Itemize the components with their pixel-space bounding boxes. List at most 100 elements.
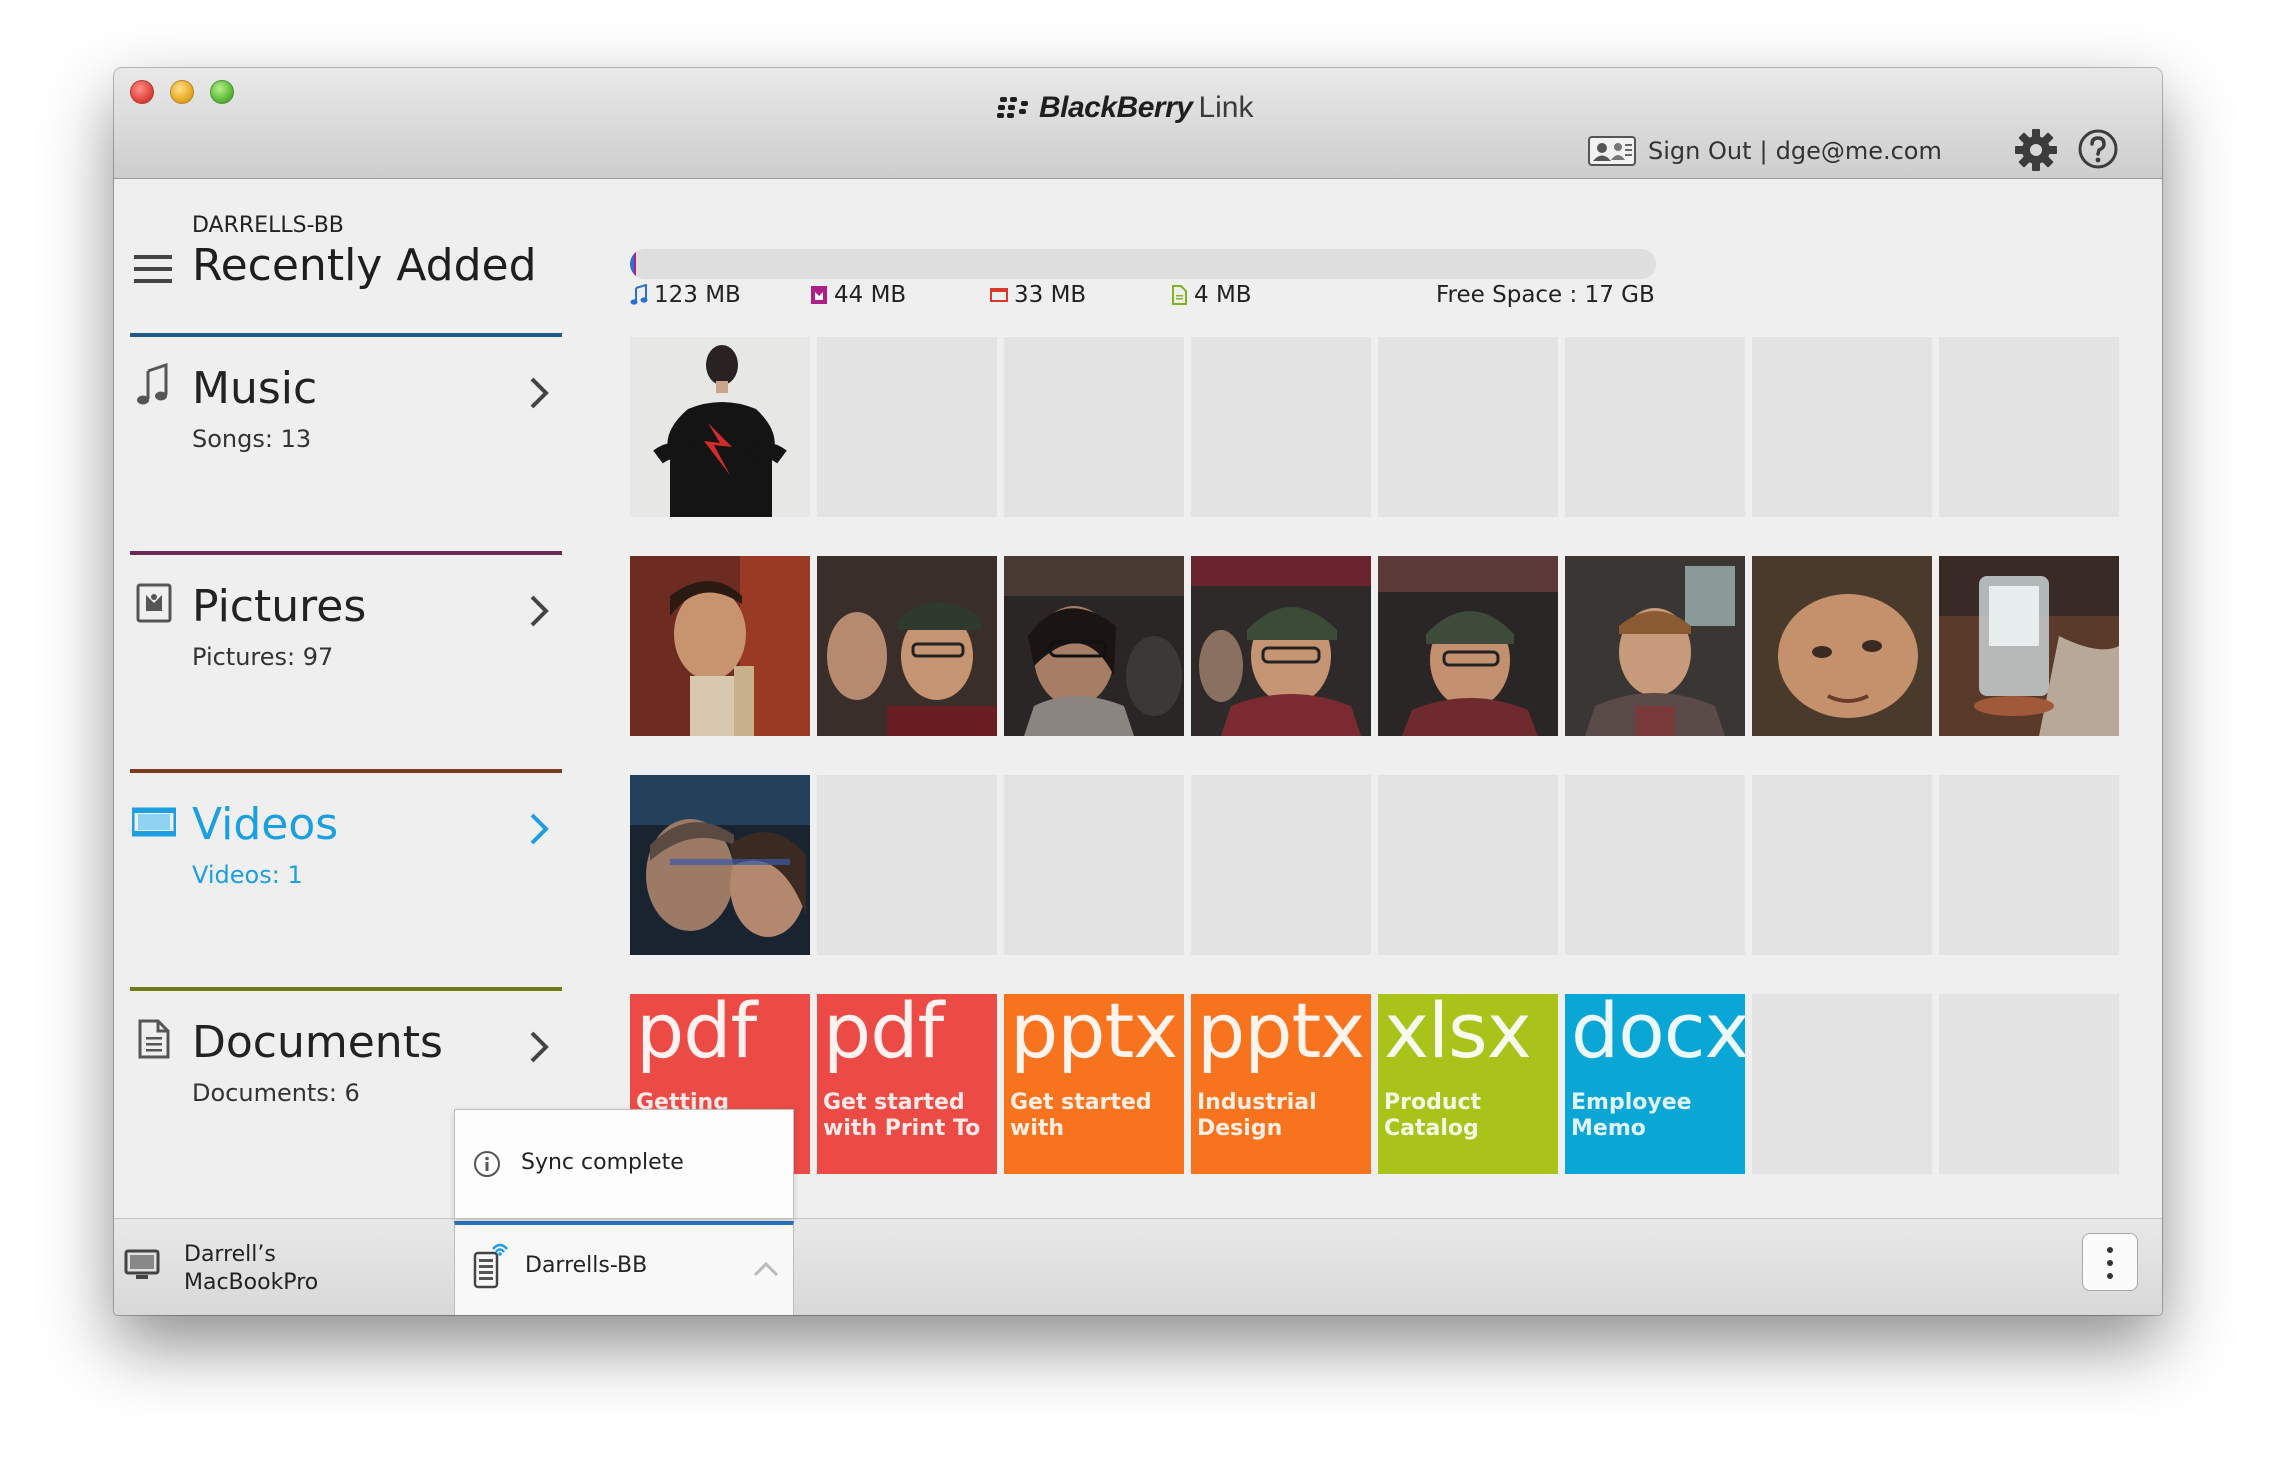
computer-name[interactable]: Darrell’s MacBookPro [184,1241,384,1297]
photo-image [1752,556,1932,736]
sign-out-link[interactable]: Sign Out [1648,137,1752,165]
empty-tile [1752,337,1932,517]
document-type: pdf [823,994,944,1075]
empty-tile [1752,994,1932,1174]
category-title: Videos [192,799,339,850]
device-bar: Darrell’s MacBookPro Darrells-BB [114,1218,2162,1315]
category-pictures[interactable]: Pictures Pictures: 97 [130,551,562,770]
minimize-window-button[interactable] [170,80,194,104]
empty-tile [1939,994,2119,1174]
more-options-button[interactable] [2082,1233,2138,1291]
empty-tile [817,775,997,955]
picture-thumbnail[interactable] [1565,556,1745,736]
picture-thumbnail[interactable] [817,556,997,736]
photo-image [630,556,810,736]
storage-documents-size: 4 MB [1194,282,1252,308]
picture-thumbnail[interactable] [1004,556,1184,736]
document-name: Get started with [1010,1090,1152,1141]
chevron-right-icon [530,813,549,845]
account-email: dge@me.com [1775,137,1942,165]
storage-music-size: 123 MB [654,282,741,308]
empty-tile [1378,775,1558,955]
photo-image [1939,556,2119,736]
chevron-right-icon [530,1031,549,1063]
picture-thumbnail[interactable] [1939,556,2119,736]
storage-videos-size: 33 MB [1014,282,1087,308]
document-icon [138,1019,170,1059]
document-name: Product Catalog [1384,1090,1482,1141]
app-logo: BlackBerry Link [997,88,1253,128]
empty-tile [1004,337,1184,517]
picture-thumbnail[interactable] [1191,556,1371,736]
info-icon [474,1151,500,1177]
document-type: xlsx [1384,994,1532,1075]
document-tile[interactable]: pptx Industrial Design [1191,994,1371,1174]
account-area: Sign Out | dge@me.com [1588,132,1942,170]
zoom-window-button[interactable] [210,80,234,104]
album-cover-image [630,337,810,517]
category-music[interactable]: Music Songs: 13 [130,333,562,552]
photo-image [1378,556,1558,736]
empty-tile [1565,337,1745,517]
photo-image [1004,556,1184,736]
close-window-button[interactable] [130,80,154,104]
music-note-icon [630,284,648,305]
video-thumbnail[interactable] [630,775,810,955]
category-count: Songs: 13 [192,425,312,453]
chevron-up-icon[interactable] [751,1259,781,1279]
category-title: Music [192,363,318,414]
document-type: pptx [1197,994,1365,1075]
title-bar: BlackBerry Link Sign Out | dge@me.com [114,68,2162,179]
video-frame-image [630,775,810,955]
account-separator: | [1759,137,1768,165]
page-title: Recently Added [192,240,537,291]
music-note-icon [137,363,168,405]
chevron-right-icon [530,377,549,409]
account-card-icon [1588,136,1636,166]
device-tab-label: Darrells-BB [525,1253,648,1278]
empty-tile [1378,337,1558,517]
device-name-label: DARRELLS-BB [192,213,344,238]
empty-tile [817,337,997,517]
album-art-thumbnail[interactable] [630,337,810,517]
empty-tile [1565,775,1745,955]
blackberry-logo-icon [997,97,1028,118]
document-tile[interactable]: docx Employee Memo [1565,994,1745,1174]
sync-status-text: Sync complete [521,1150,684,1175]
document-tile[interactable]: xlsx Product Catalog [1378,994,1558,1174]
storage-pictures: 44 MB [810,282,906,308]
picture-thumbnail[interactable] [1752,556,1932,736]
category-title: Pictures [192,581,367,632]
storage-free-space: Free Space : 17 GB [1436,282,1655,308]
product-name: Link [1198,91,1254,124]
storage-videos: 33 MB [990,282,1086,308]
computer-monitor-icon [124,1249,160,1279]
settings-gear-icon[interactable] [2014,128,2058,172]
document-tile[interactable]: pdf Get started with Print To [817,994,997,1174]
category-title: Documents [192,1017,443,1068]
menu-hamburger-icon[interactable] [134,251,172,287]
brand-name: BlackBerry [1039,91,1193,124]
empty-tile [1191,775,1371,955]
sync-status-popup: Sync complete [454,1109,794,1219]
storage-pictures-size: 44 MB [834,282,907,308]
empty-tile [1752,775,1932,955]
category-videos[interactable]: Videos Videos: 1 [130,769,562,988]
storage-documents: 4 MB [1170,282,1252,308]
storage-music: 123 MB [630,282,741,308]
category-count: Documents: 6 [192,1079,360,1107]
help-icon[interactable] [2078,129,2118,169]
storage-fill-pictures [634,249,636,279]
document-name: Industrial Design [1197,1090,1317,1141]
document-name: Employee Memo [1571,1090,1692,1141]
document-tile[interactable]: pptx Get started with [1004,994,1184,1174]
document-name: Get started with Print To [823,1090,981,1141]
photo-image [1565,556,1745,736]
video-film-icon [132,807,176,837]
picture-thumbnail[interactable] [630,556,810,736]
category-count: Videos: 1 [192,861,303,889]
picture-thumbnail[interactable] [1378,556,1558,736]
device-tab-darrells-bb[interactable]: Darrells-BB [454,1221,794,1315]
dot [2107,1247,2113,1253]
chevron-right-icon [530,595,549,627]
